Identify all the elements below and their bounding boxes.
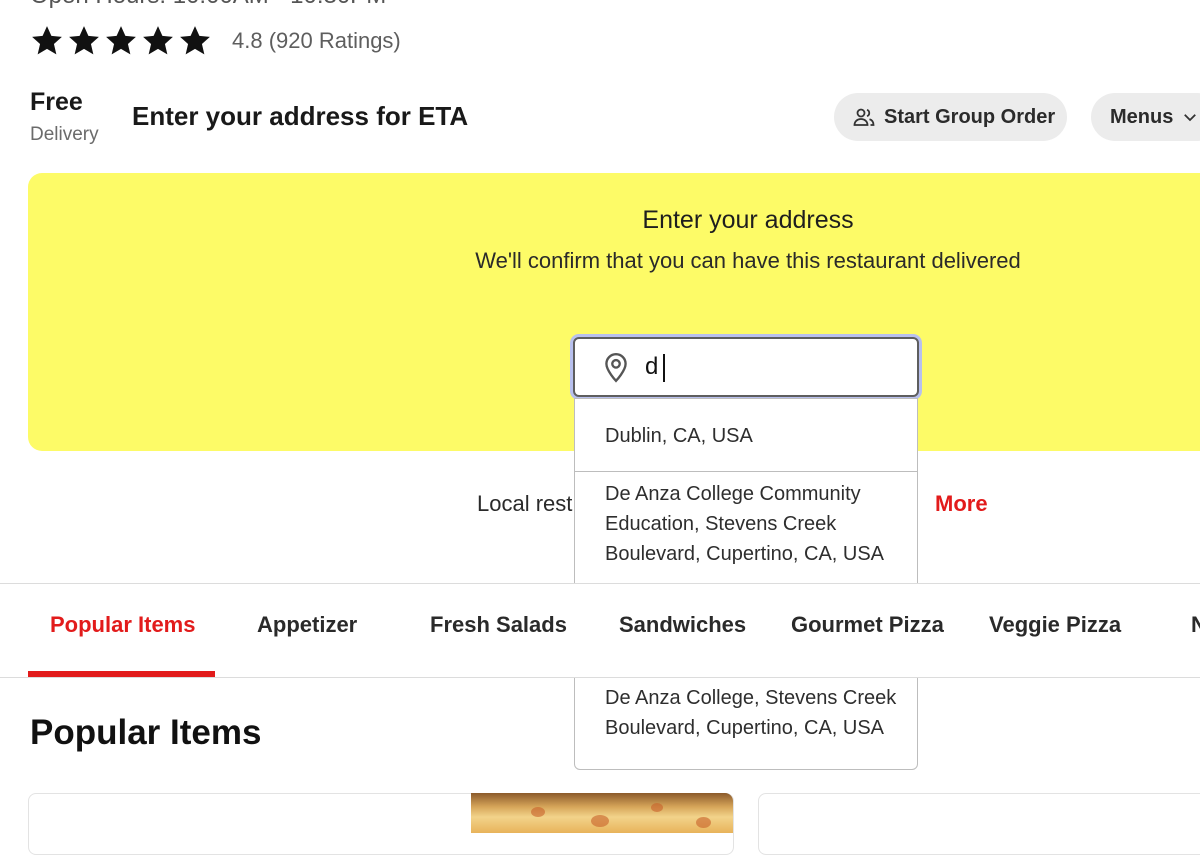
- delivery-fee: Free: [30, 88, 83, 116]
- tab-fresh-salads[interactable]: Fresh Salads: [430, 612, 567, 638]
- active-tab-indicator: [28, 671, 215, 677]
- divider: [0, 677, 1200, 678]
- divider: [575, 471, 917, 472]
- tab-veggie-pizza[interactable]: Veggie Pizza: [989, 612, 1121, 638]
- local-restaurants-text: Local rest: [477, 491, 573, 516]
- more-link[interactable]: More: [935, 491, 988, 517]
- star-icon: [32, 26, 62, 55]
- tab-popular-items[interactable]: Popular Items: [50, 612, 195, 638]
- section-title: Popular Items: [30, 713, 262, 752]
- tab-appetizer[interactable]: Appetizer: [257, 612, 357, 638]
- delivery-label: Delivery: [30, 124, 99, 145]
- eta-prompt[interactable]: Enter your address for ETA: [132, 101, 468, 132]
- group-icon: [853, 108, 875, 126]
- menus-label: Menus: [1110, 105, 1174, 128]
- star-icon: [143, 26, 173, 55]
- menu-item-card[interactable]: [758, 793, 1200, 855]
- menus-dropdown-button[interactable]: Menus: [1091, 93, 1200, 141]
- location-pin-icon: [605, 353, 627, 383]
- rating-stars: [30, 24, 212, 58]
- suggestion-item[interactable]: Dublin, CA, USA: [605, 421, 905, 451]
- banner-subtitle: We'll confirm that you can have this res…: [475, 248, 1021, 273]
- group-order-label: Start Group Order: [884, 105, 1056, 128]
- star-icon: [180, 26, 210, 55]
- tab-gourmet-pizza[interactable]: Gourmet Pizza: [791, 612, 944, 638]
- tab-more-categories[interactable]: N: [1191, 612, 1200, 638]
- address-input[interactable]: [643, 352, 867, 382]
- address-search-box[interactable]: [573, 337, 919, 397]
- chevron-down-icon: [1184, 114, 1197, 122]
- star-icon: [69, 26, 99, 55]
- suggestion-item[interactable]: De Anza College, Stevens Creek Boulevard…: [605, 683, 905, 743]
- tab-sandwiches[interactable]: Sandwiches: [619, 612, 746, 638]
- open-hours: Open Hours: 10:00AM - 10:30PM: [30, 0, 386, 10]
- start-group-order-button[interactable]: Start Group Order: [834, 93, 1067, 141]
- banner-title: Enter your address: [642, 206, 854, 234]
- rating-text: 4.8 (920 Ratings): [232, 28, 401, 53]
- star-icon: [106, 26, 136, 55]
- suggestion-item[interactable]: De Anza College Community Education, Ste…: [605, 479, 905, 587]
- pizza-image: [471, 793, 733, 833]
- divider: [0, 583, 1200, 584]
- text-caret: [663, 354, 665, 382]
